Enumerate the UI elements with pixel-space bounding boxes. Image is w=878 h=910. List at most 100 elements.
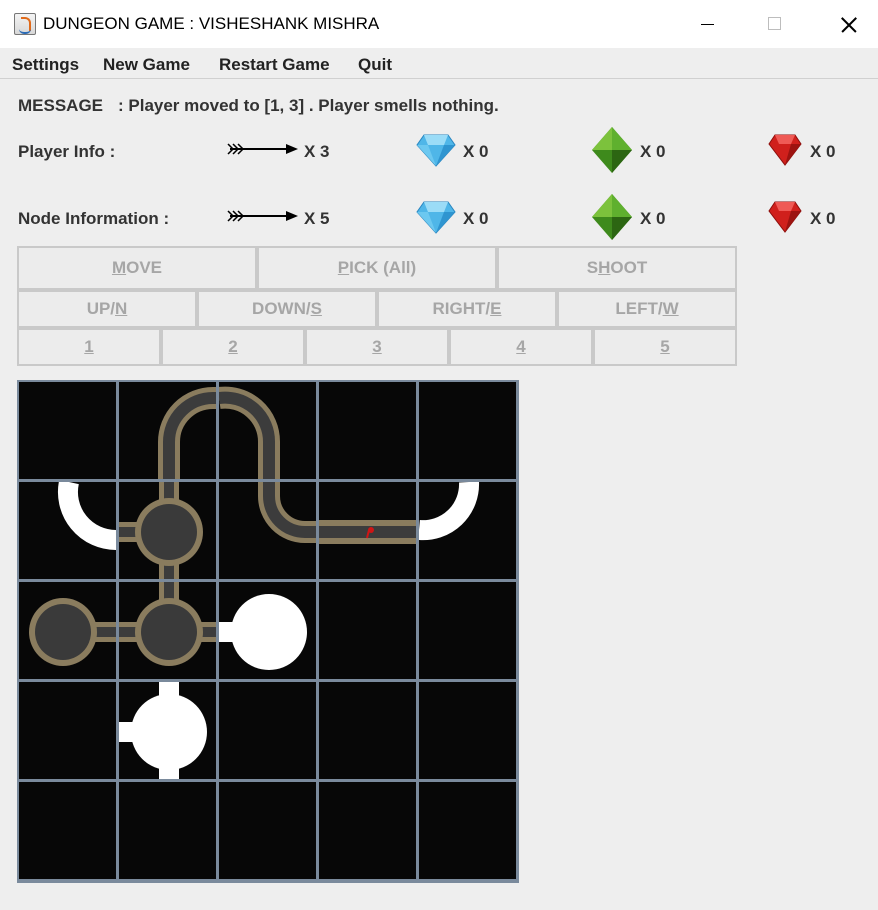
distance-3-button[interactable]: 3	[305, 328, 449, 366]
up-north-button[interactable]: UP/N	[17, 290, 197, 328]
message-label: MESSAGE	[18, 96, 104, 115]
dungeon-tile	[319, 682, 416, 779]
distance-1-button[interactable]: 1	[17, 328, 161, 366]
tunnel-bend-icon	[258, 482, 316, 543]
node-ruby-count: X 0	[810, 209, 836, 228]
message-text: : Player moved to [1, 3] . Player smells…	[118, 96, 499, 115]
node-diamond-count: X 0	[463, 209, 489, 228]
unexplored-cave-icon	[219, 594, 307, 670]
down-button-mnemonic: S	[310, 299, 322, 318]
dungeon-tile	[19, 482, 116, 579]
dungeon-tile	[419, 782, 516, 879]
dungeon-tile	[119, 582, 216, 679]
left-button-label: LEFT/	[615, 299, 663, 318]
player-emerald-count: X 0	[640, 142, 666, 161]
player-arrow-count: X 3	[304, 142, 330, 161]
emerald-icon	[592, 194, 632, 240]
distance-4-label: 4	[516, 337, 526, 356]
maximize-button[interactable]	[740, 0, 810, 48]
move-button[interactable]: MOVE	[17, 246, 257, 290]
minimize-button[interactable]	[672, 0, 742, 48]
unexplored-tunnel-icon	[57, 482, 116, 551]
unexplored-cave-icon	[119, 682, 207, 779]
cave-room-icon	[119, 582, 216, 666]
dungeon-tile	[219, 382, 316, 479]
window-title: DUNGEON GAME : VISHESHANK MISHRA	[43, 14, 380, 33]
right-east-button[interactable]: RIGHT/E	[377, 290, 557, 328]
menu-quit[interactable]: Quit	[358, 55, 392, 75]
dungeon-tile	[219, 582, 316, 679]
pick-all-button[interactable]: PICK (All)	[257, 246, 497, 290]
dungeon-tile	[319, 482, 416, 579]
dungeon-tile	[119, 682, 216, 779]
node-emerald-count: X 0	[640, 209, 666, 228]
dungeon-tile	[19, 782, 116, 879]
up-button-mnemonic: N	[115, 299, 128, 318]
dungeon-tile	[219, 782, 316, 879]
menu-settings[interactable]: Settings	[12, 55, 79, 75]
arrow-icon	[227, 143, 298, 155]
cave-room-icon	[119, 482, 203, 579]
move-button-mnemonic: M	[111, 258, 127, 277]
dungeon-tile	[19, 682, 116, 779]
distance-2-button[interactable]: 2	[161, 328, 305, 366]
down-south-button[interactable]: DOWN/S	[197, 290, 377, 328]
pick-button-mnemonic: P	[337, 258, 350, 277]
ruby-icon	[768, 201, 802, 233]
dungeon-tile	[19, 582, 116, 679]
menu-restart-game[interactable]: Restart Game	[219, 55, 330, 75]
distance-1-label: 1	[84, 337, 94, 356]
dungeon-tile	[319, 782, 416, 879]
dungeon-tile	[419, 482, 516, 579]
dungeon-tile	[119, 382, 216, 479]
diamond-icon	[416, 134, 456, 167]
node-info-label: Node Information :	[18, 209, 170, 228]
node-arrow-count: X 5	[304, 209, 330, 228]
dungeon-tile	[419, 382, 516, 479]
up-button-label: UP/	[86, 299, 116, 318]
left-west-button[interactable]: LEFT/W	[557, 290, 737, 328]
dungeon-tile	[419, 582, 516, 679]
dungeon-tile	[219, 682, 316, 779]
distance-3-label: 3	[372, 337, 382, 356]
ruby-icon	[768, 134, 802, 166]
dungeon-grid	[17, 380, 519, 883]
right-button-mnemonic: E	[490, 299, 502, 318]
distance-2-label: 2	[228, 337, 238, 356]
shoot-button-prefix: S	[586, 258, 599, 277]
unexplored-tunnel-icon	[419, 482, 480, 541]
dungeon-tile	[219, 482, 316, 579]
move-button-label: OVE	[126, 258, 163, 277]
left-button-mnemonic: W	[662, 299, 679, 318]
tunnel-straight-icon	[319, 520, 416, 544]
dungeon-tile	[119, 482, 216, 579]
distance-5-label: 5	[660, 337, 670, 356]
java-app-icon	[14, 13, 36, 35]
shoot-button-mnemonic: H	[598, 258, 611, 277]
tunnel-bend-icon	[219, 386, 281, 479]
menu-bar: Settings New Game Restart Game Quit	[0, 48, 878, 79]
menu-new-game[interactable]: New Game	[103, 55, 190, 75]
pick-button-label: ICK (All)	[349, 258, 417, 277]
dungeon-tile	[19, 382, 116, 479]
close-button[interactable]	[808, 0, 878, 48]
cave-room-icon	[29, 598, 116, 666]
distance-4-button[interactable]: 4	[449, 328, 593, 366]
arrow-icon	[227, 210, 298, 222]
player-diamond-count: X 0	[463, 142, 489, 161]
distance-5-button[interactable]: 5	[593, 328, 737, 366]
shoot-button[interactable]: SHOOT	[497, 246, 737, 290]
dungeon-tile	[319, 382, 416, 479]
dungeon-tile	[419, 682, 516, 779]
shoot-button-label: OOT	[610, 258, 648, 277]
title-bar: DUNGEON GAME : VISHESHANK MISHRA	[0, 0, 878, 48]
diamond-icon	[416, 201, 456, 234]
dungeon-tile	[319, 582, 416, 679]
emerald-icon	[592, 127, 632, 173]
dungeon-tile	[119, 782, 216, 879]
player-ruby-count: X 0	[810, 142, 836, 161]
down-button-label: DOWN/	[252, 299, 311, 318]
player-info-label: Player Info :	[18, 142, 116, 161]
right-button-label: RIGHT/	[432, 299, 491, 318]
tunnel-bend-icon	[158, 387, 216, 479]
